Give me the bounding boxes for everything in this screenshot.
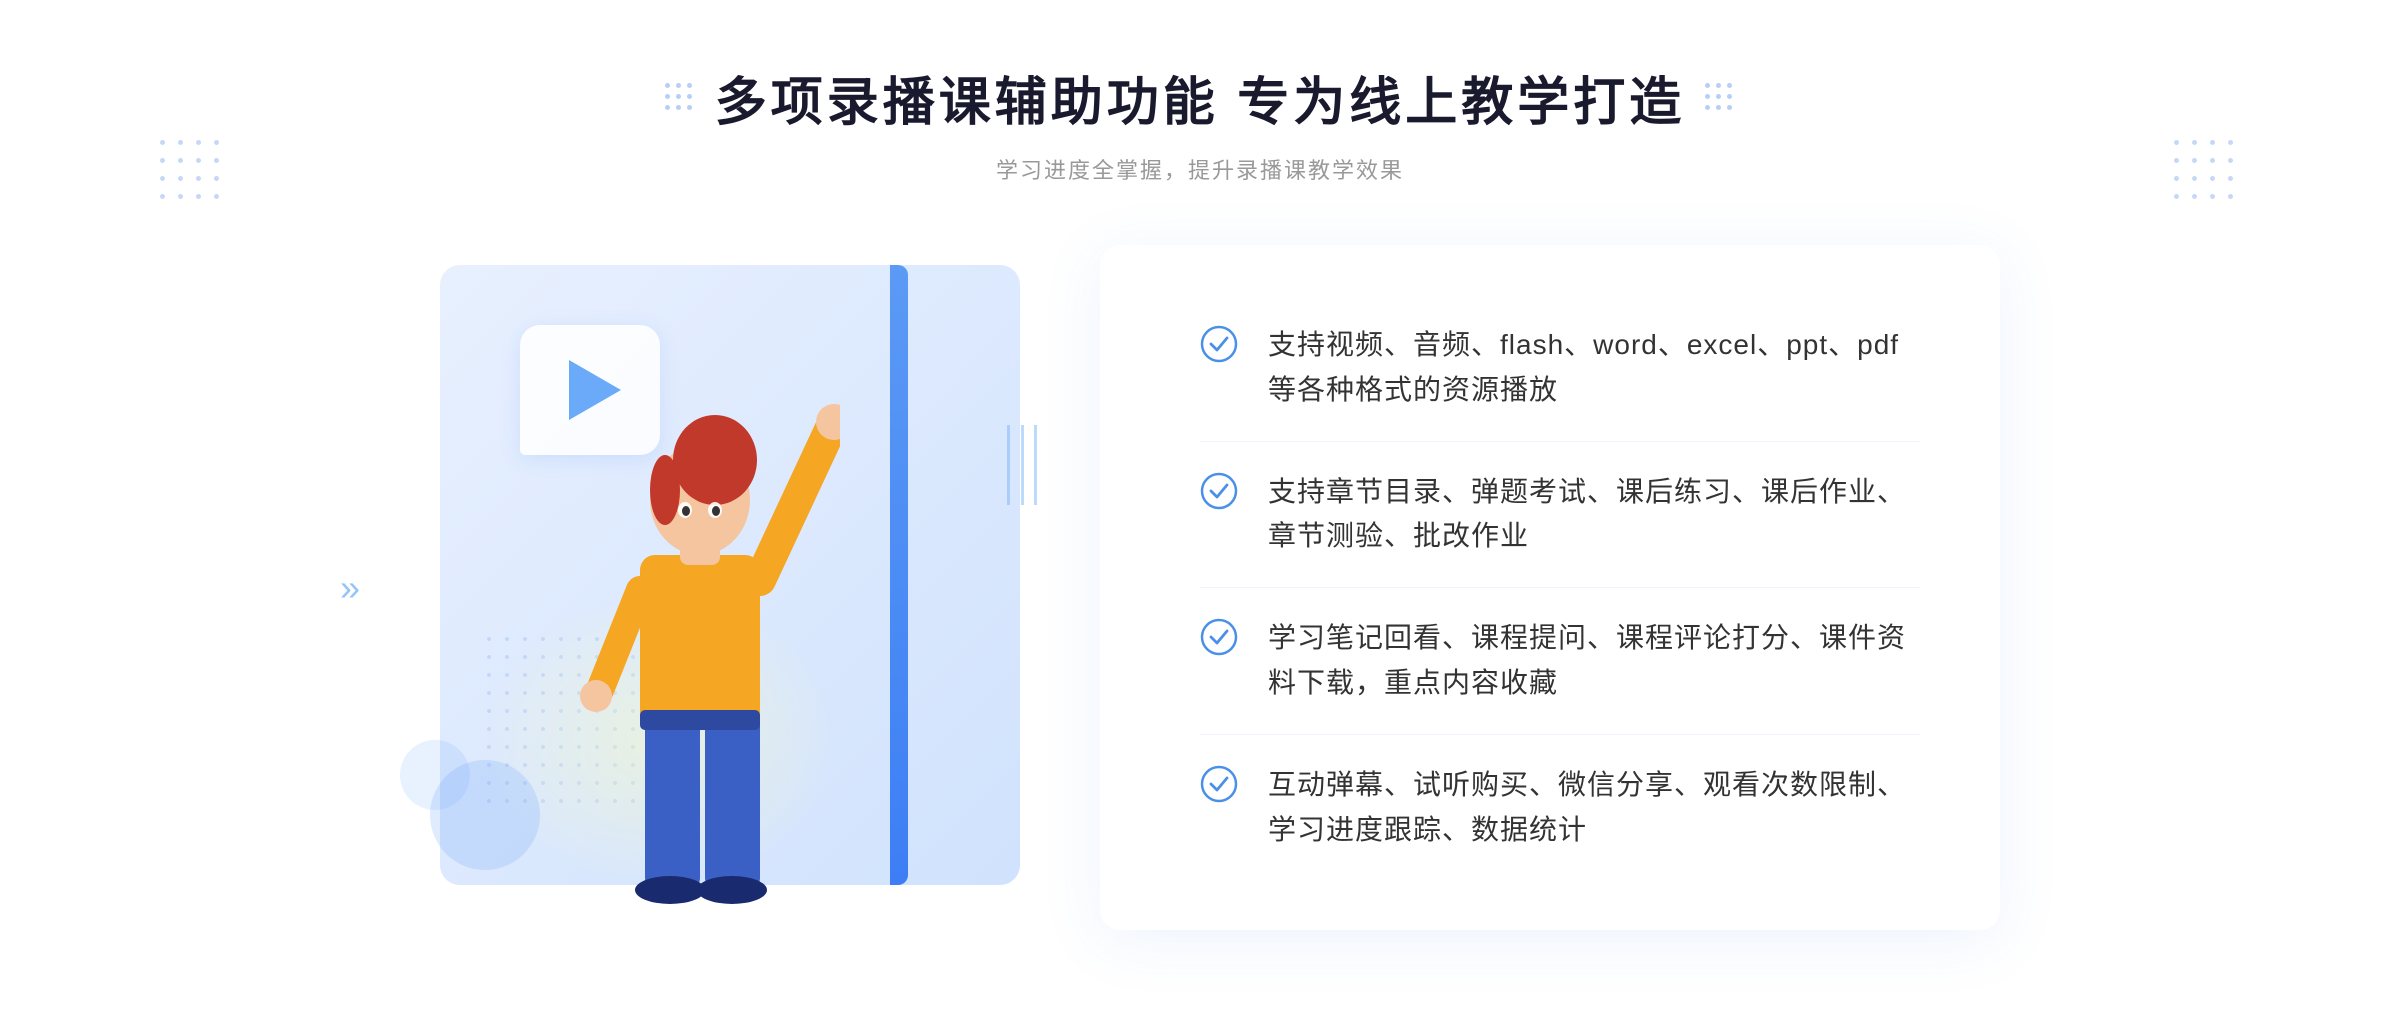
blue-vertical-bar: [890, 265, 908, 885]
feature-item-3: 学习笔记回看、课程提问、课程评论打分、课件资料下载，重点内容收藏: [1200, 588, 1920, 735]
title-dots-left: [665, 83, 695, 113]
title-dots-right: [1705, 83, 1735, 113]
check-icon-3: [1200, 618, 1238, 656]
main-title: 多项录播课辅助功能 专为线上教学打造: [715, 60, 1685, 135]
feature-text-4: 互动弹幕、试听购买、微信分享、观看次数限制、学习进度跟踪、数据统计: [1268, 763, 1920, 853]
page-container: 多项录播课辅助功能 专为线上教学打造 学习进度全掌握，提升录播课教学效果: [0, 0, 2400, 1010]
feature-text-3: 学习笔记回看、课程提问、课程评论打分、课件资料下载，重点内容收藏: [1268, 616, 1920, 706]
illustration-container: »: [400, 245, 1080, 930]
check-icon-1: [1200, 325, 1238, 363]
check-icon-4: [1200, 765, 1238, 803]
feature-item-4: 互动弹幕、试听购买、微信分享、观看次数限制、学习进度跟踪、数据统计: [1200, 735, 1920, 881]
feature-item-2: 支持章节目录、弹题考试、课后练习、课后作业、章节测验、批改作业: [1200, 442, 1920, 589]
chevron-left-icon: »: [340, 567, 360, 609]
vert-lines-decoration: [1004, 425, 1040, 510]
title-row: 多项录播课辅助功能 专为线上教学打造: [665, 60, 1735, 135]
header-section: 多项录播课辅助功能 专为线上教学打造 学习进度全掌握，提升录播课教学效果: [0, 60, 2400, 185]
feature-text-2: 支持章节目录、弹题考试、课后练习、课后作业、章节测验、批改作业: [1268, 470, 1920, 560]
feature-item-1: 支持视频、音频、flash、word、excel、ppt、pdf等各种格式的资源…: [1200, 295, 1920, 442]
features-panel: 支持视频、音频、flash、word、excel、ppt、pdf等各种格式的资源…: [1100, 245, 2000, 930]
check-icon-2: [1200, 472, 1238, 510]
content-section: » 支持视频、音频、flash、word、excel、ppt、pdf等各种格式的…: [400, 245, 2000, 930]
deco-circle-1: [430, 760, 540, 870]
person-figure: [560, 370, 840, 930]
feature-text-1: 支持视频、音频、flash、word、excel、ppt、pdf等各种格式的资源…: [1268, 323, 1920, 413]
sub-title: 学习进度全掌握，提升录播课教学效果: [996, 153, 1404, 185]
